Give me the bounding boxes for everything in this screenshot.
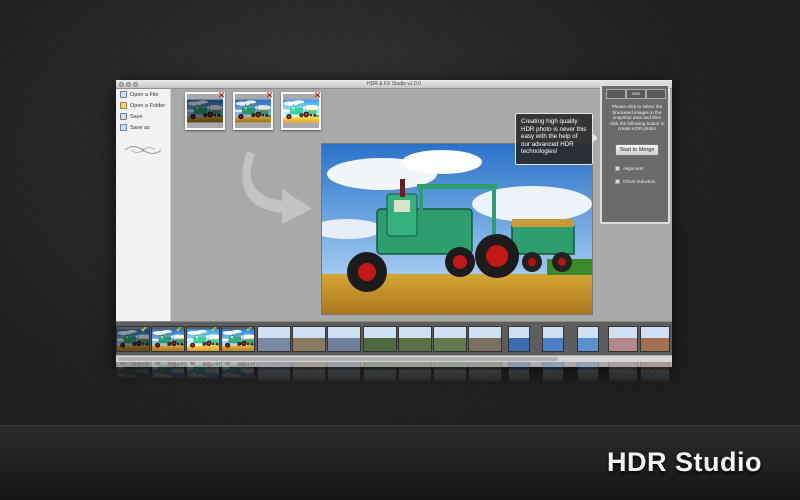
snapshot-thumb	[363, 362, 397, 382]
save-as-icon	[120, 124, 127, 131]
ghost-reduction-option[interactable]: Ghost reduction	[615, 179, 655, 184]
selected-check-icon: ✔	[210, 326, 218, 334]
snapshot-thumb[interactable]	[292, 326, 326, 352]
file-icon	[120, 91, 127, 98]
snapshot-thumb[interactable]: ✔	[151, 326, 185, 352]
snapshot-thumb	[468, 362, 502, 382]
sidebar-item-label: Save	[130, 113, 143, 120]
snapshot-thumb[interactable]	[608, 326, 638, 352]
snapshot-thumb[interactable]	[508, 326, 530, 352]
window-title: HDR & FX Studio v1.0.0	[367, 81, 421, 87]
snapshot-thumb[interactable]	[640, 326, 670, 352]
scrollbar-thumb[interactable]	[118, 357, 558, 361]
selected-check-icon: ✔	[245, 326, 253, 334]
bracket-image-thumb[interactable]: ✕	[233, 91, 274, 130]
alignment-label: Alignment	[623, 166, 644, 171]
snapshot-thumb	[151, 362, 185, 382]
snapshot-thumb[interactable]	[577, 326, 599, 352]
hdr-merge-panel: HDR Please click to select the bracketed…	[600, 84, 670, 224]
snapshot-thumb[interactable]	[468, 326, 502, 352]
alignment-option[interactable]: Alignment	[615, 166, 643, 171]
snapshot-filmstrip: ✔ ✔ ✔ ✔	[116, 321, 672, 355]
folder-icon	[120, 102, 127, 109]
sidebar-item-save[interactable]: Save	[116, 111, 170, 122]
sidebar-item-label: Save as	[130, 124, 150, 131]
snapshot-thumb	[186, 362, 220, 382]
sidebar-item-save-as[interactable]: Save as	[116, 122, 170, 133]
brand-title: HDR Studio	[607, 447, 762, 477]
remove-icon[interactable]: ✕	[217, 91, 226, 100]
info-tooltip: Creating high quality HDR photo is never…	[515, 113, 598, 165]
snapshot-thumb[interactable]	[398, 326, 432, 352]
tab-hdr[interactable]: HDR	[626, 89, 646, 99]
bracket-image-thumb[interactable]: ✕	[185, 91, 226, 130]
remove-icon[interactable]: ✕	[313, 91, 322, 100]
filmstrip-reflection	[116, 362, 672, 386]
tab-left[interactable]	[606, 89, 626, 99]
save-icon	[120, 113, 127, 120]
sidebar-item-open-folder[interactable]: Open a Folder	[116, 100, 170, 111]
snapshot-thumb[interactable]: ✔	[221, 326, 255, 352]
bracket-image-thumb[interactable]: ✕	[281, 91, 322, 130]
snapshot-thumb	[221, 362, 255, 382]
sidebar-item-label: Open a File	[130, 91, 159, 98]
window-titlebar: HDR & FX Studio v1.0.0	[116, 80, 672, 89]
sidebar: Open a File Open a Folder Save Save as	[116, 89, 171, 322]
snapshot-thumb	[577, 362, 599, 382]
snapshot-thumb	[292, 362, 326, 382]
snapshot-thumb[interactable]	[327, 326, 361, 352]
sidebar-item-label: Open a Folder	[130, 102, 166, 109]
snapshot-thumb	[640, 362, 670, 382]
panel-tabs: HDR	[606, 89, 666, 99]
alignment-checkbox[interactable]	[615, 166, 620, 171]
selected-check-icon: ✔	[140, 326, 148, 334]
snapshot-thumb[interactable]	[542, 326, 564, 352]
curved-arrow-icon	[242, 151, 312, 224]
ghost-reduction-checkbox[interactable]	[615, 179, 620, 184]
snapshot-thumb	[542, 362, 564, 382]
ghost-reduction-label: Ghost reduction	[623, 179, 656, 184]
remove-icon[interactable]: ✕	[265, 91, 274, 100]
snapshot-thumb	[398, 362, 432, 382]
snapshot-thumb	[327, 362, 361, 382]
snapshot-thumb[interactable]	[433, 326, 467, 352]
snapshot-thumb	[608, 362, 638, 382]
filmstrip-scrollbar[interactable]	[116, 355, 672, 362]
start-merge-button[interactable]: Start to Merge	[615, 144, 659, 156]
merge-instructions: Please click to select the bracketed ima…	[609, 104, 665, 132]
tab-right[interactable]	[646, 89, 666, 99]
snapshot-thumb[interactable]: ✔	[186, 326, 220, 352]
selected-check-icon: ✔	[175, 326, 183, 334]
snapshot-thumb[interactable]	[257, 326, 291, 352]
hdr-result-preview	[321, 143, 593, 315]
ornament-icon	[124, 146, 162, 154]
snapshot-thumb	[433, 362, 467, 382]
snapshot-thumb[interactable]	[363, 326, 397, 352]
snapshot-thumb	[508, 362, 530, 382]
snapshot-thumb	[257, 362, 291, 382]
snapshot-thumb	[116, 362, 150, 382]
snapshot-thumb[interactable]: ✔	[116, 326, 150, 352]
sidebar-item-open-file[interactable]: Open a File	[116, 89, 170, 100]
